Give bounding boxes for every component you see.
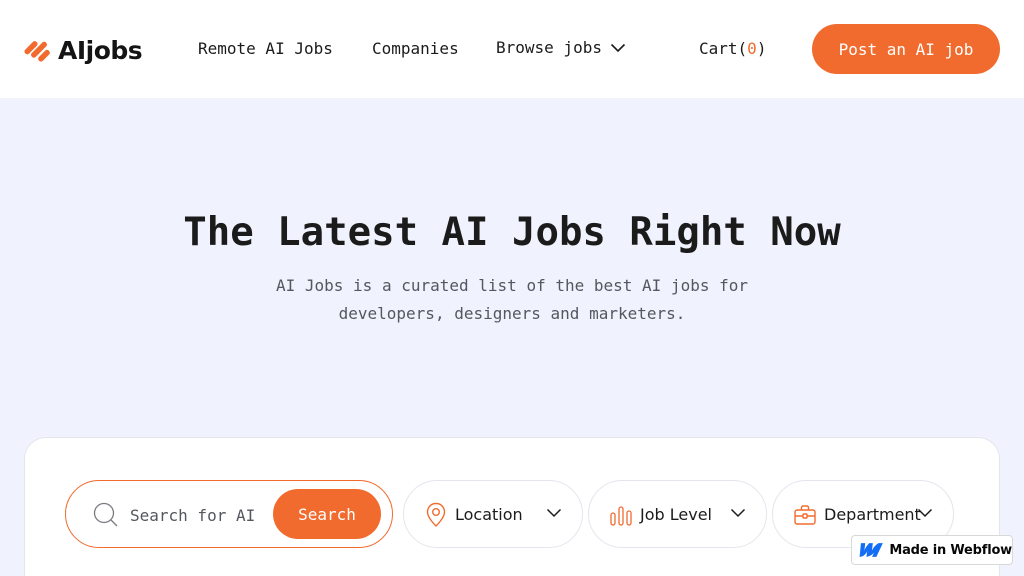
cart-count: 0 bbox=[747, 39, 757, 58]
chevron-down-icon bbox=[917, 508, 933, 518]
made-in-webflow-badge[interactable]: Made in Webflow bbox=[851, 535, 1013, 565]
chevron-down-icon bbox=[730, 508, 746, 518]
location-pin-icon bbox=[426, 502, 446, 527]
hero-title: The Latest AI Jobs Right Now bbox=[183, 210, 841, 255]
nav-browse-jobs-label: Browse jobs bbox=[496, 38, 602, 57]
hero-subtitle: AI Jobs is a curated list of the best AI… bbox=[275, 276, 748, 323]
site-header: AIjobs Remote AI Jobs Companies Browse j… bbox=[0, 0, 1024, 98]
location-label: Location bbox=[455, 505, 523, 524]
search-button[interactable]: Search bbox=[273, 489, 381, 539]
nav-remote-ai-jobs[interactable]: Remote AI Jobs bbox=[198, 39, 333, 59]
logo-text: AIjobs bbox=[58, 35, 143, 65]
logo-mark-icon bbox=[24, 41, 50, 62]
nav-companies[interactable]: Companies bbox=[372, 39, 459, 59]
job-level-label: Job Level bbox=[640, 505, 712, 524]
post-job-button[interactable]: Post an AI job bbox=[812, 24, 1000, 74]
search-input[interactable] bbox=[130, 502, 265, 528]
made-in-webflow-text: Made in Webflow bbox=[889, 542, 1012, 558]
cart-label: Cart( bbox=[699, 39, 748, 58]
cart-link[interactable]: Cart(0) bbox=[699, 39, 766, 59]
briefcase-icon bbox=[794, 505, 816, 525]
logo[interactable]: AIjobs bbox=[24, 34, 143, 66]
location-filter[interactable]: Location bbox=[403, 480, 583, 548]
department-label: Department bbox=[824, 505, 921, 524]
cart-suffix: ) bbox=[756, 39, 767, 58]
chevron-down-icon bbox=[610, 43, 626, 53]
job-level-filter[interactable]: Job Level bbox=[588, 480, 767, 548]
search-icon bbox=[93, 502, 118, 527]
nav-browse-jobs[interactable]: Browse jobs bbox=[496, 38, 626, 58]
webflow-logo-icon bbox=[859, 543, 883, 557]
bar-chart-icon bbox=[610, 506, 632, 526]
chevron-down-icon bbox=[546, 508, 562, 518]
